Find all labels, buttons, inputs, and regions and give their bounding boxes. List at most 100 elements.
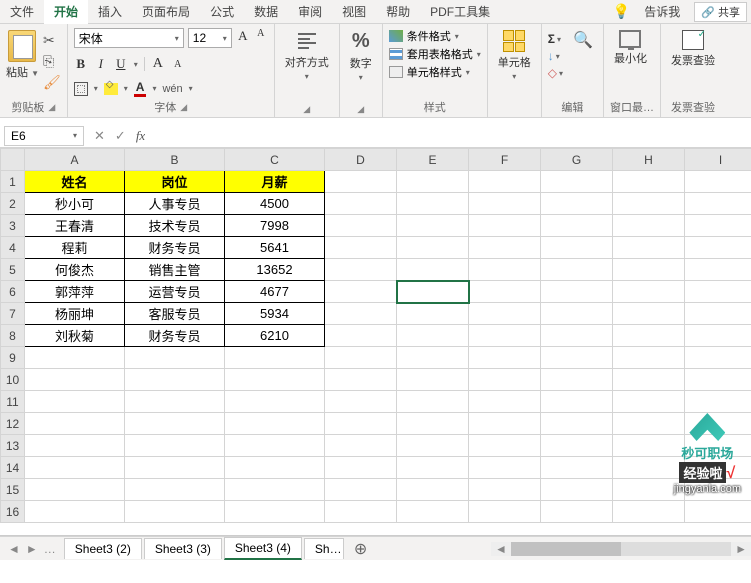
row-header[interactable]: 2 [1,193,25,215]
font-family-select[interactable]: 宋体▾ [74,28,184,48]
cell[interactable]: 5641 [225,237,325,259]
row-header[interactable]: 10 [1,369,25,391]
cell[interactable]: 13652 [225,259,325,281]
tell-me[interactable]: 告诉我 [634,0,690,24]
cell[interactable] [125,391,225,413]
cell[interactable] [613,325,685,347]
cell[interactable] [325,413,397,435]
cell[interactable] [613,193,685,215]
cell[interactable] [325,215,397,237]
cell[interactable] [225,391,325,413]
cell[interactable] [541,259,613,281]
cell[interactable] [325,347,397,369]
cell[interactable]: 程莉 [25,237,125,259]
header-cell-salary[interactable]: 月薪 [225,171,325,193]
cell[interactable] [325,435,397,457]
font-color-icon[interactable]: A [134,80,147,97]
cell[interactable] [397,479,469,501]
cell[interactable] [469,171,541,193]
row-header[interactable]: 5 [1,259,25,281]
cell[interactable] [685,171,751,193]
sheet-tab[interactable]: Sh… [304,538,344,559]
paste-button[interactable]: 粘贴 ▼ [6,64,39,80]
col-header-e[interactable]: E [397,149,469,171]
cell[interactable] [685,303,751,325]
tab-help[interactable]: 帮助 [376,0,420,24]
cell[interactable] [469,391,541,413]
row-header[interactable]: 14 [1,457,25,479]
cell[interactable] [613,479,685,501]
cell[interactable] [25,435,125,457]
cell[interactable] [325,369,397,391]
tab-data[interactable]: 数据 [244,0,288,24]
cell[interactable] [469,347,541,369]
cell[interactable] [469,303,541,325]
cell[interactable] [469,215,541,237]
cell[interactable] [685,501,751,523]
cell[interactable] [397,303,469,325]
cell[interactable] [325,391,397,413]
scroll-right-icon[interactable]: ► [731,542,751,556]
borders-icon[interactable] [74,82,88,96]
cell[interactable] [541,369,613,391]
cell[interactable] [613,369,685,391]
cell[interactable] [541,501,613,523]
cell[interactable] [469,435,541,457]
cell[interactable] [325,281,397,303]
cell[interactable] [685,193,751,215]
cell[interactable] [541,325,613,347]
tab-review[interactable]: 审阅 [288,0,332,24]
cell[interactable] [541,435,613,457]
cell[interactable] [613,303,685,325]
cell[interactable] [397,325,469,347]
row-header[interactable]: 3 [1,215,25,237]
cell[interactable] [541,479,613,501]
cell[interactable] [469,259,541,281]
cell[interactable] [541,193,613,215]
cell[interactable] [397,237,469,259]
header-cell-name[interactable]: 姓名 [25,171,125,193]
cell[interactable] [397,501,469,523]
cell[interactable] [125,457,225,479]
cell[interactable]: 4500 [225,193,325,215]
cell[interactable] [541,457,613,479]
cell[interactable] [125,347,225,369]
cell[interactable] [685,215,751,237]
row-header[interactable]: 11 [1,391,25,413]
cell[interactable]: 财务专员 [125,325,225,347]
cell[interactable] [325,171,397,193]
tab-file[interactable]: 文件 [0,0,44,24]
col-header-f[interactable]: F [469,149,541,171]
cell[interactable] [397,259,469,281]
cell[interactable] [325,325,397,347]
minimize-button[interactable]: 最小化 [610,28,651,68]
cell[interactable] [397,193,469,215]
clipboard-dialog-launcher[interactable]: ◢ [48,102,55,113]
cell[interactable]: 5934 [225,303,325,325]
cell[interactable] [225,369,325,391]
cell[interactable] [685,457,751,479]
cell[interactable] [541,281,613,303]
cell[interactable] [325,501,397,523]
sheet-nav-prev-icon[interactable]: ◄ [8,542,20,556]
cell[interactable] [325,303,397,325]
cell[interactable] [469,281,541,303]
col-header-b[interactable]: B [125,149,225,171]
share-button[interactable]: 🔗 共享 [694,2,747,22]
fx-icon[interactable]: fx [136,128,145,144]
cell[interactable] [125,479,225,501]
increase-font-icon[interactable]: A [151,56,165,72]
paste-icon[interactable] [8,30,36,62]
copy-icon[interactable]: ⎘ [43,53,61,70]
sheet-tab[interactable]: Sheet3 (3) [144,538,222,559]
cell[interactable] [685,391,751,413]
cell[interactable] [613,457,685,479]
cell[interactable]: 7998 [225,215,325,237]
active-cell[interactable] [397,281,469,303]
col-header-d[interactable]: D [325,149,397,171]
cell[interactable] [685,369,751,391]
cell[interactable] [225,347,325,369]
select-all-corner[interactable] [1,149,25,171]
row-header[interactable]: 8 [1,325,25,347]
cell[interactable]: 4677 [225,281,325,303]
